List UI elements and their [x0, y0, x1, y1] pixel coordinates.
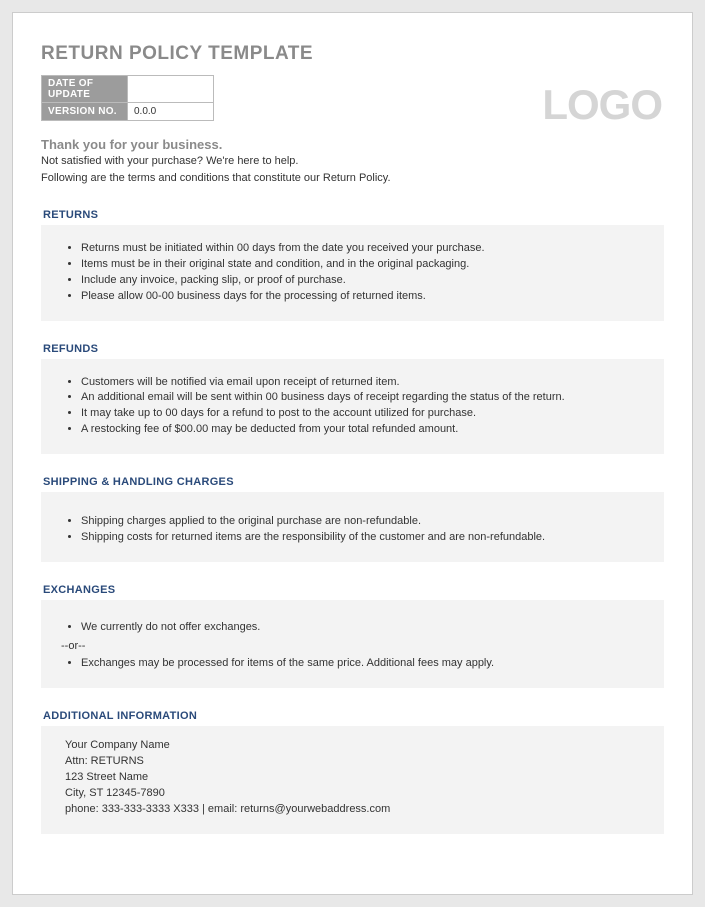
section-shipping: SHIPPING & HANDLING CHARGES Shipping cha…	[41, 476, 664, 562]
list-item: An additional email will be sent within …	[81, 390, 646, 406]
list-item: Shipping charges applied to the original…	[81, 514, 646, 530]
section-exchanges: EXCHANGES We currently do not offer exch…	[41, 584, 664, 688]
section-returns: RETURNS Returns must be initiated within…	[41, 209, 664, 321]
contact-line: phone: 333-333-3333 X333 | email: return…	[65, 802, 646, 818]
list-item: Include any invoice, packing slip, or pr…	[81, 273, 646, 289]
section-heading: ADDITIONAL INFORMATION	[41, 710, 664, 726]
section-body: Customers will be notified via email upo…	[41, 359, 664, 455]
list-item: Please allow 00-00 business days for the…	[81, 289, 646, 305]
company-name: Your Company Name	[65, 738, 646, 754]
intro-line-1: Not satisfied with your purchase? We're …	[41, 154, 664, 169]
logo-placeholder: LOGO	[542, 81, 662, 129]
thanks-heading: Thank you for your business.	[41, 137, 664, 152]
or-separator: --or--	[59, 636, 646, 656]
street-line: 123 Street Name	[65, 770, 646, 786]
list-item: Customers will be notified via email upo…	[81, 375, 646, 391]
attn-line: Attn: RETURNS	[65, 754, 646, 770]
city-state-line: City, ST 12345-7890	[65, 786, 646, 802]
section-body: Your Company Name Attn: RETURNS 123 Stre…	[41, 726, 664, 834]
list-item: A restocking fee of $00.00 may be deduct…	[81, 422, 646, 438]
list-item: Returns must be initiated within 00 days…	[81, 241, 646, 257]
meta-date-label: DATE OF UPDATE	[42, 76, 128, 103]
meta-date-value	[128, 76, 214, 103]
intro-line-2: Following are the terms and conditions t…	[41, 171, 664, 186]
meta-table: DATE OF UPDATE VERSION NO. 0.0.0	[41, 75, 214, 121]
section-heading: SHIPPING & HANDLING CHARGES	[41, 476, 664, 492]
section-refunds: REFUNDS Customers will be notified via e…	[41, 343, 664, 455]
meta-version-label: VERSION NO.	[42, 103, 128, 121]
list-item: Items must be in their original state an…	[81, 257, 646, 273]
section-body: Shipping charges applied to the original…	[41, 492, 664, 562]
section-body: Returns must be initiated within 00 days…	[41, 225, 664, 321]
section-heading: RETURNS	[41, 209, 664, 225]
meta-version-value: 0.0.0	[128, 103, 214, 121]
section-body: We currently do not offer exchanges. --o…	[41, 600, 664, 688]
page-title: RETURN POLICY TEMPLATE	[41, 43, 664, 65]
list-item: Shipping costs for returned items are th…	[81, 530, 646, 546]
section-additional: ADDITIONAL INFORMATION Your Company Name…	[41, 710, 664, 834]
list-item: Exchanges may be processed for items of …	[81, 656, 646, 672]
list-item: It may take up to 00 days for a refund t…	[81, 406, 646, 422]
document-page: RETURN POLICY TEMPLATE DATE OF UPDATE VE…	[12, 12, 693, 895]
list-item: We currently do not offer exchanges.	[81, 620, 646, 636]
section-heading: EXCHANGES	[41, 584, 664, 600]
section-heading: REFUNDS	[41, 343, 664, 359]
